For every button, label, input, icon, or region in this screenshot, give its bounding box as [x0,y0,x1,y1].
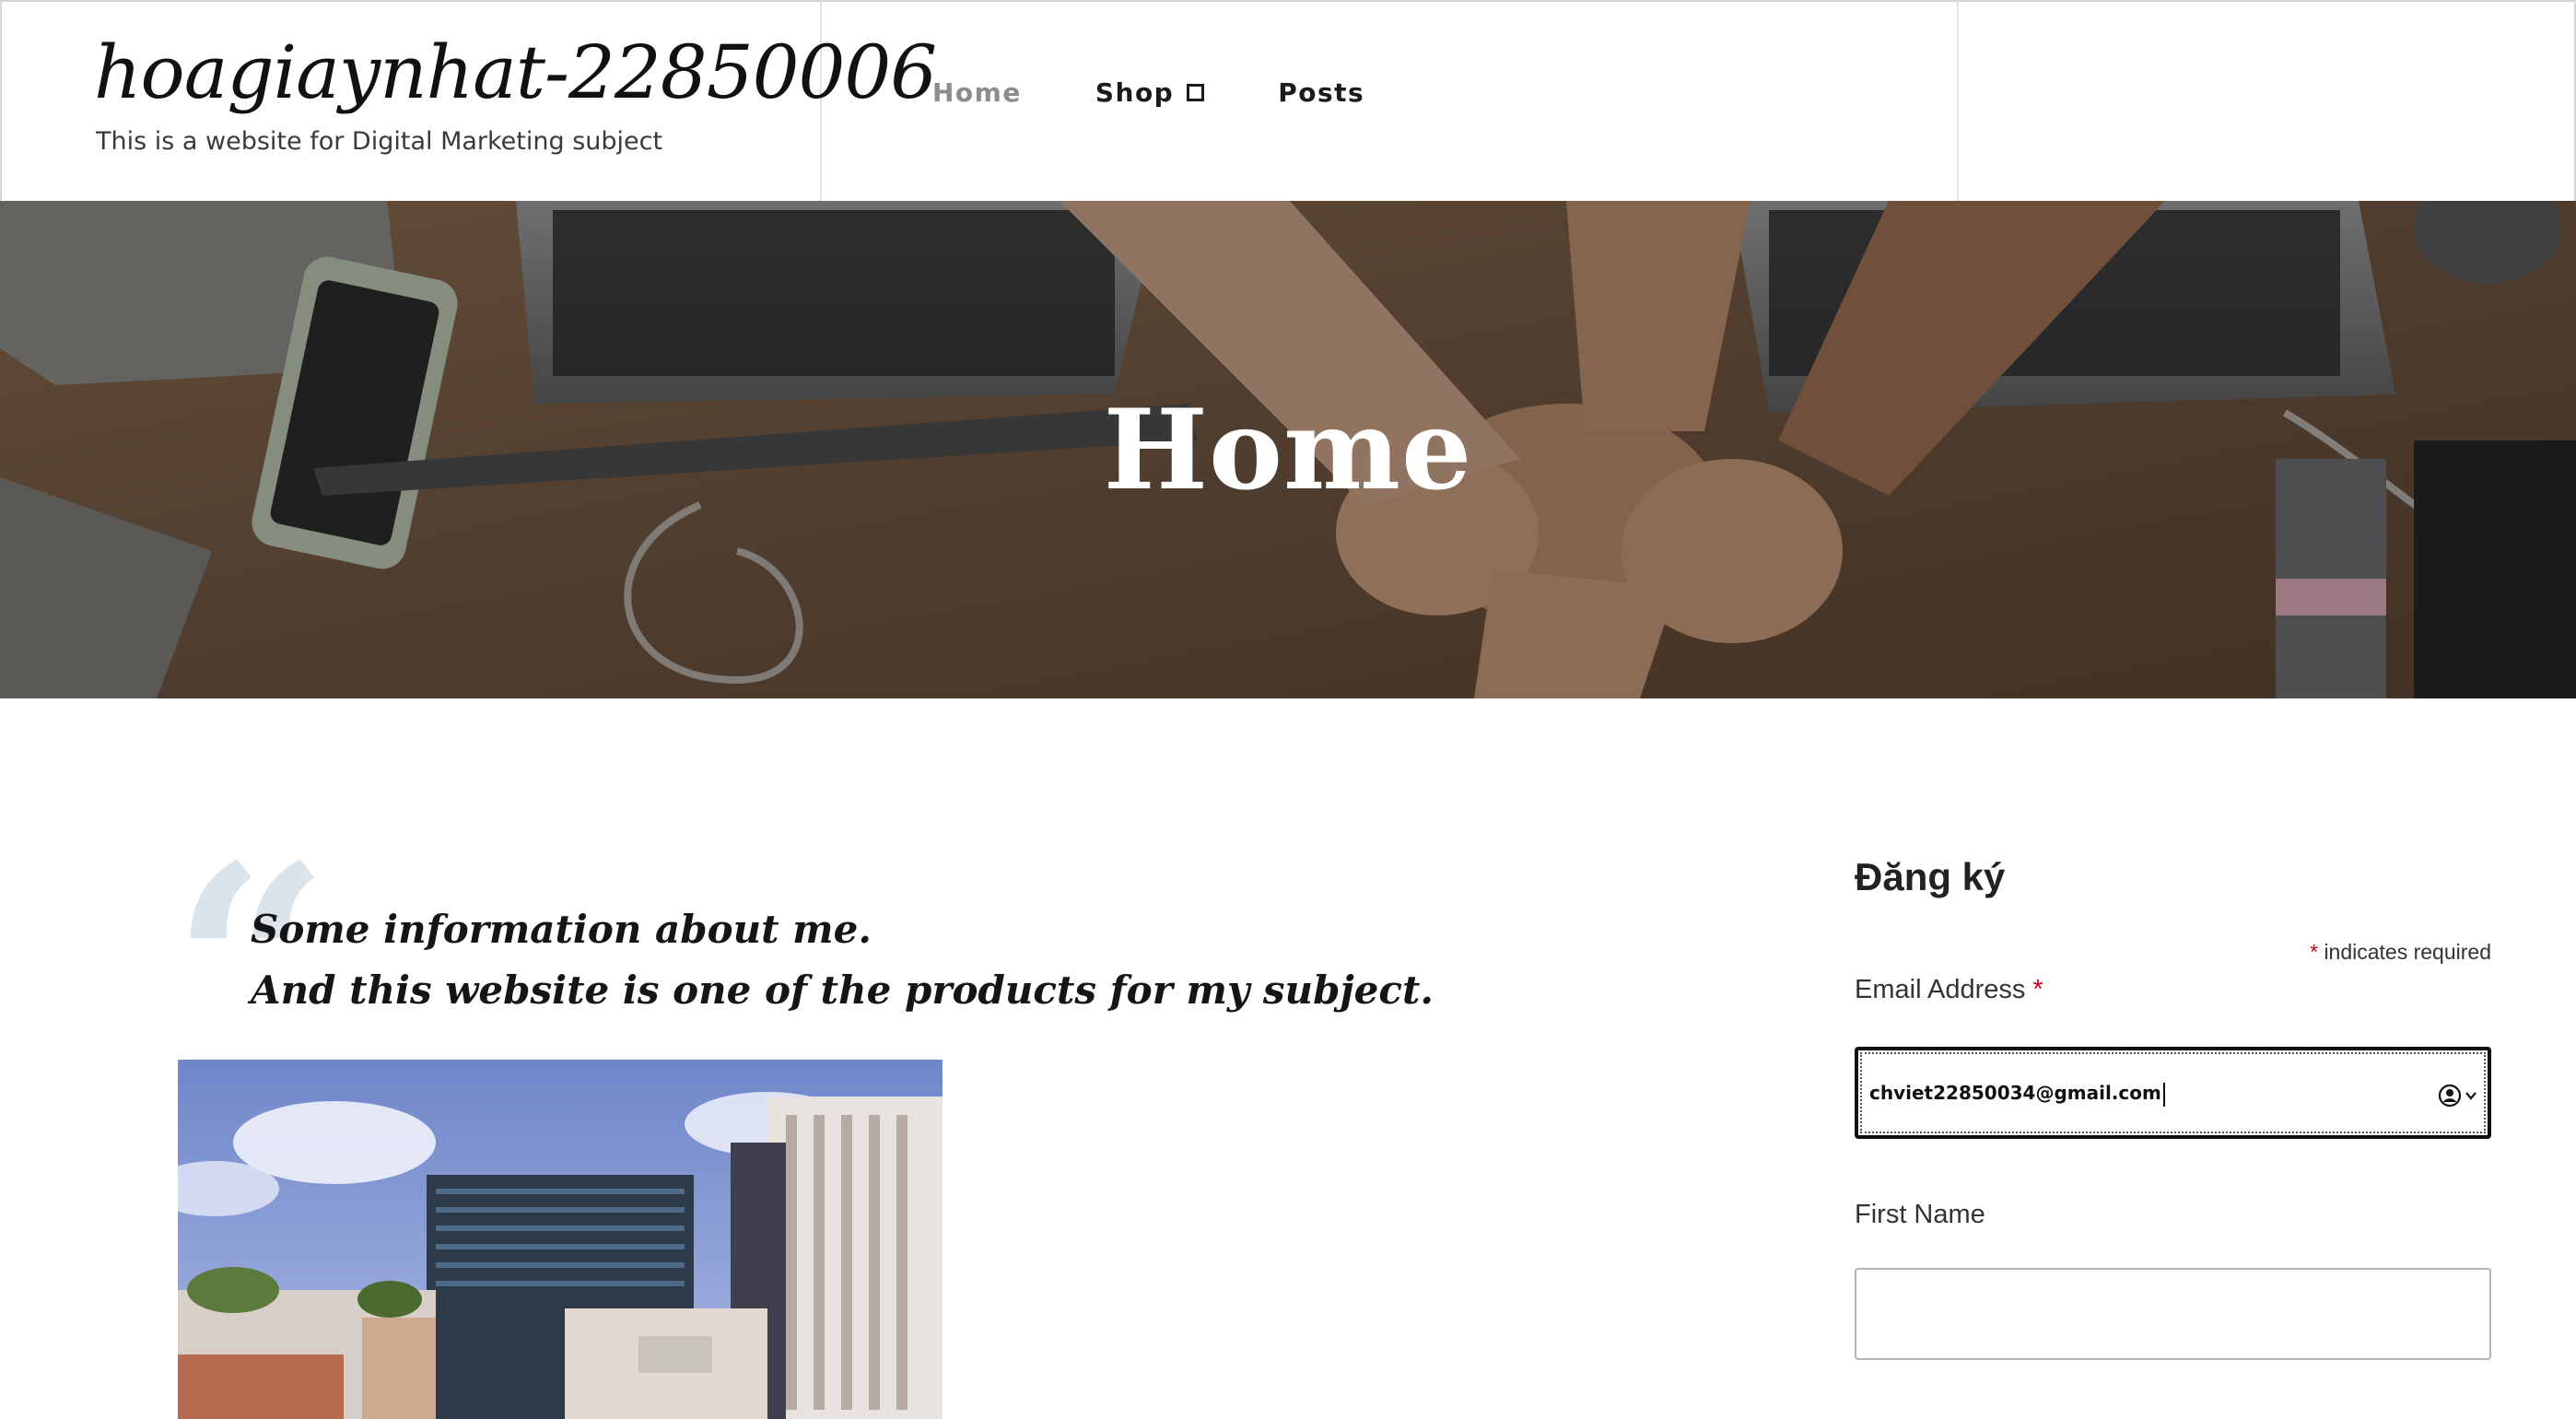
required-star: * [2032,975,2043,1004]
text-cursor [2162,1082,2165,1107]
required-note-text: indicates required [2324,940,2491,964]
intro-quote: Some information about me. And this webs… [251,899,1434,1021]
site-title[interactable]: hoagiaynhat-22850006 [94,29,937,115]
email-label-text: Email Address [1855,975,2026,1004]
required-note: * indicates required [2310,940,2491,965]
hero-banner: Home [0,201,2576,698]
chevron-down-icon [2465,1092,2476,1100]
site-header: hoagiaynhat-22850006 This is a website f… [0,0,2576,203]
email-field[interactable]: chviet22850034@gmail.com [1855,1047,2491,1139]
nav-item-home[interactable]: Home [932,77,1022,108]
page-title: Home [1103,385,1473,515]
person-circle-icon [2438,1084,2462,1108]
first-name-field[interactable] [1855,1268,2491,1360]
site-branding: hoagiaynhat-22850006 This is a website f… [2,2,937,203]
nav-item-posts[interactable]: Posts [1278,77,1364,108]
required-star: * [2310,940,2319,964]
nav-item-shop[interactable]: Shop [1095,77,1205,108]
city-photo [178,1060,943,1419]
first-name-label-text: First Name [1855,1200,1985,1229]
quote-line-1: Some information about me. [251,907,872,952]
main-nav: Home Shop Posts [932,77,1438,108]
dropdown-icon[interactable] [1187,84,1205,101]
email-value-text: chviet22850034@gmail.com [1869,1082,2161,1104]
autofill-button[interactable] [2438,1084,2478,1108]
first-name-label: First Name [1855,1200,1985,1230]
email-value: chviet22850034@gmail.com [1869,1082,2165,1107]
nav-item-posts-label: Posts [1278,77,1365,108]
form-title: Đăng ký [1855,855,2006,898]
nav-item-shop-label: Shop [1095,77,1175,108]
email-label: Email Address * [1855,975,2043,1005]
header-divider [1957,2,1959,203]
site-tagline: This is a website for Digital Marketing … [96,127,663,156]
quote-line-2: And this website is one of the products … [251,968,1434,1013]
nav-item-home-label: Home [932,77,1022,108]
